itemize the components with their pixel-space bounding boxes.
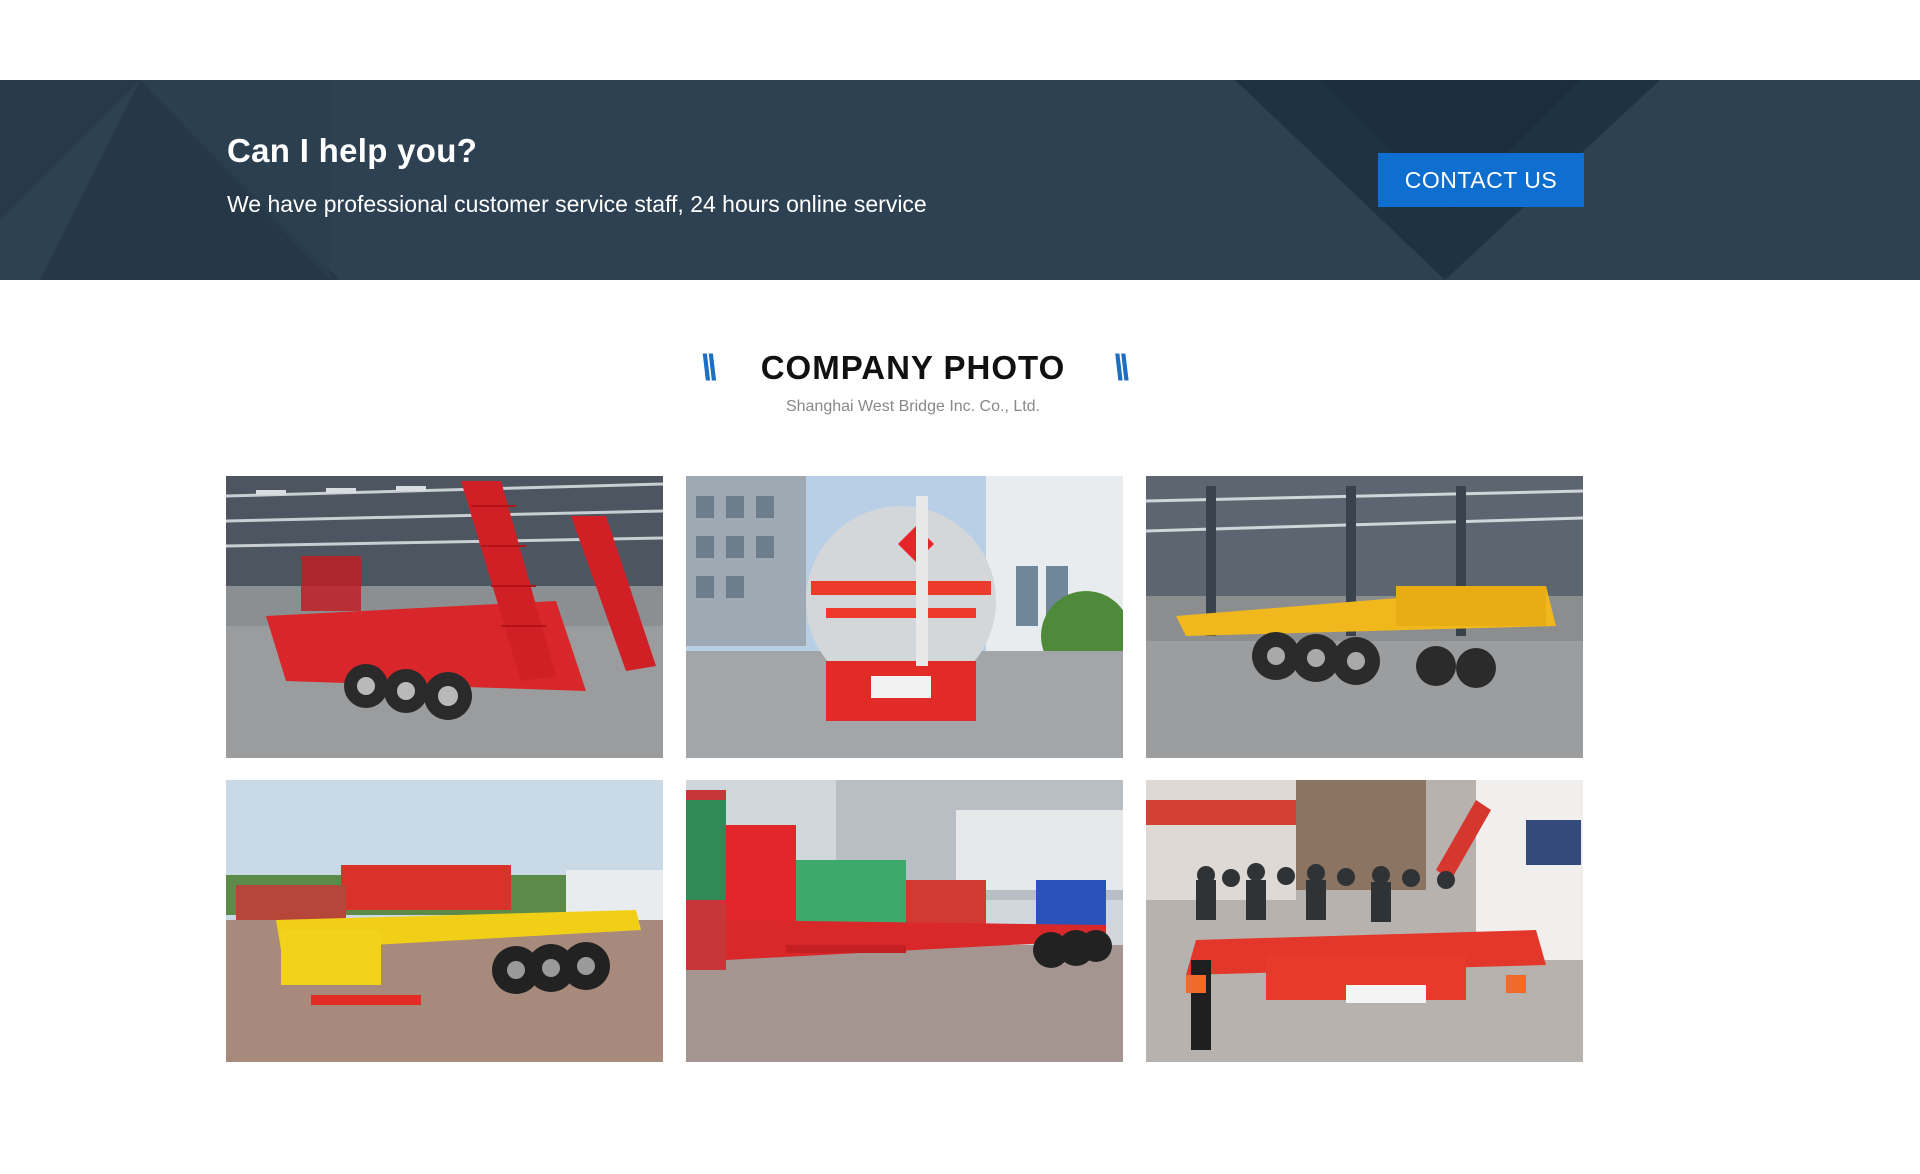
banner-decoration [0, 80, 1660, 280]
exhibition-trailer-photo-icon [1146, 780, 1583, 1062]
contact-us-button[interactable]: CONTACT US [1378, 153, 1584, 207]
left-slash-mark: \\ [700, 347, 717, 388]
fuel-tanker-photo-icon [686, 476, 1123, 758]
photo-exhibition-trailer[interactable] [1146, 780, 1583, 1062]
skeleton-trailer-photo-icon [1146, 476, 1583, 758]
right-slash-mark: \\ [1113, 347, 1129, 388]
section-subtitle: Shanghai West Bridge Inc. Co., Ltd. [785, 398, 1041, 415]
photo-yellow-flatbed[interactable] [226, 780, 663, 1062]
lowbed-trailer-photo-icon [226, 476, 663, 758]
photo-skeleton-trailer[interactable] [1146, 476, 1583, 758]
photo-lowbed-trailer[interactable] [226, 476, 663, 758]
photo-sidewall-trailer[interactable] [686, 780, 1123, 1062]
company-photo-heading: \\ COMPANY PHOTO \\ [0, 344, 1826, 392]
help-banner: Can I help you? We have professional cus… [0, 80, 1920, 280]
banner-subtitle: We have professional customer service st… [227, 191, 927, 217]
banner-title: Can I help you? [227, 132, 478, 169]
section-title: COMPANY PHOTO [760, 349, 1066, 386]
sidewall-trailer-photo-icon [686, 780, 1123, 1062]
photo-fuel-tanker[interactable] [686, 476, 1123, 758]
photo-gallery [226, 476, 1584, 1062]
yellow-flatbed-photo-icon [226, 780, 663, 1062]
